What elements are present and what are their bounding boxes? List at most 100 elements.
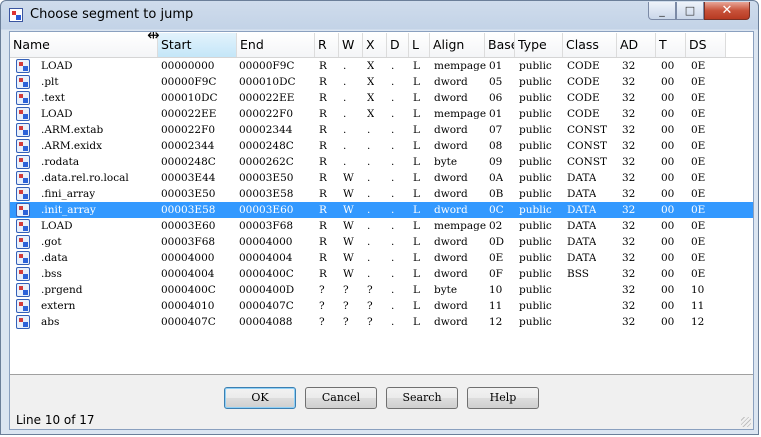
cell-ad: 32 xyxy=(622,236,636,248)
cell-start: 0000407C xyxy=(161,316,216,328)
cell-x: . xyxy=(367,252,371,264)
column-header-x[interactable]: X xyxy=(363,33,387,57)
cell-t: 00 xyxy=(661,172,675,184)
column-header-align[interactable]: Align xyxy=(430,33,485,57)
cancel-button[interactable]: Cancel xyxy=(305,387,377,409)
cell-type: public xyxy=(519,76,552,88)
cell-type: public xyxy=(519,172,552,184)
cell-name: .init_array xyxy=(41,204,96,216)
minimize-icon[interactable]: _ xyxy=(648,2,676,20)
segment-list[interactable]: NameStartEndRWXDLAlignBaseTypeClassADTDS… xyxy=(10,32,753,375)
cell-ad: 32 xyxy=(622,188,636,200)
cell-class: CODE xyxy=(567,60,600,72)
column-header-end[interactable]: End xyxy=(237,33,315,57)
column-header-l[interactable]: L xyxy=(409,33,430,57)
cell-ds: 0E xyxy=(691,204,706,216)
column-header-type[interactable]: Type xyxy=(515,33,563,57)
table-row[interactable]: LOAD 00000000 00000F9C R. X. Lmempage 01 public… xyxy=(10,58,753,74)
cell-align: dword xyxy=(434,92,468,104)
cell-name: .bss xyxy=(41,268,62,280)
table-row[interactable]: .rodata 0000248C 0000262C R... Lbyte 09 public… xyxy=(10,154,753,170)
table-row[interactable]: .init_array 00003E58 00003E60 R W.. Ldword 0C p… xyxy=(10,202,753,218)
column-header-r[interactable]: R xyxy=(315,33,339,57)
table-row[interactable]: .got 00003F68 00004000 R W.. Ldword 0D public DA… xyxy=(10,234,753,250)
table-row[interactable]: .prgend 0000400C 0000400D???. Lbyte 10 public… xyxy=(10,282,753,298)
segment-icon xyxy=(16,267,30,281)
column-header-d[interactable]: D xyxy=(387,33,409,57)
cell-r: R xyxy=(319,108,327,120)
ok-button[interactable]: OK xyxy=(224,387,296,409)
cell-ds: 0E xyxy=(691,92,706,104)
cell-align: dword xyxy=(434,236,468,248)
cell-start: 000010DC xyxy=(161,92,218,104)
table-row[interactable]: abs 0000407C 00004088???. Ldword 12 public 32 0… xyxy=(10,314,753,330)
cell-end: 0000400C xyxy=(239,268,294,280)
cell-ad: 32 xyxy=(622,300,636,312)
cell-l: L xyxy=(413,316,420,328)
cell-ds: 0E xyxy=(691,124,706,136)
cell-d: . xyxy=(391,76,395,88)
segment-icon xyxy=(16,107,30,121)
cell-align: mempage xyxy=(434,108,487,120)
cell-start: 00004004 xyxy=(161,268,215,280)
column-header-t[interactable]: T xyxy=(656,33,686,57)
help-button[interactable]: Help xyxy=(467,387,539,409)
cell-end: 00003F68 xyxy=(239,220,294,232)
cell-base: 12 xyxy=(489,316,503,328)
table-row[interactable]: .ARM.extab 000022F0 00002344 R... Ldword 07 pu… xyxy=(10,122,753,138)
table-row[interactable]: extern 00004010 0000407C???. Ldword 11 public… xyxy=(10,298,753,314)
table-row[interactable]: .bss 00004004 0000400C R W.. Ldword 0F public BS… xyxy=(10,266,753,282)
segment-icon xyxy=(16,155,30,169)
column-header-ad[interactable]: AD xyxy=(617,33,656,57)
search-button[interactable]: Search xyxy=(386,387,458,409)
cell-ad: 32 xyxy=(622,172,636,184)
title-bar[interactable]: Choose segment to jump _ □ ✕ xyxy=(1,1,758,31)
cell-end: 000022F0 xyxy=(239,108,294,120)
cell-start: 00003E50 xyxy=(161,188,216,200)
cell-base: 0B xyxy=(489,188,504,200)
resize-cursor-icon: ⇹ xyxy=(147,26,160,44)
table-row[interactable]: .data 00004000 00004004 R W.. Ldword 0E public D… xyxy=(10,250,753,266)
cell-align: mempage xyxy=(434,220,487,232)
cell-ad: 32 xyxy=(622,252,636,264)
cell-t: 00 xyxy=(661,76,675,88)
cell-align: dword xyxy=(434,188,468,200)
cell-base: 01 xyxy=(489,108,503,120)
maximize-icon[interactable]: □ xyxy=(676,2,704,20)
table-row[interactable]: LOAD 00003E60 00003F68 R W.. Lmempage 02 public… xyxy=(10,218,753,234)
column-header-start[interactable]: Start xyxy=(158,33,237,57)
cell-ad: 32 xyxy=(622,220,636,232)
table-row[interactable]: .plt 00000F9C 000010DC R. X. Ldword 05 public CO… xyxy=(10,74,753,90)
column-header-ds[interactable]: DS xyxy=(686,33,726,57)
cell-start: 00003E44 xyxy=(161,172,216,184)
resize-grip[interactable] xyxy=(741,417,751,427)
table-row[interactable]: .fini_array 00003E50 00003E58 R W.. Ldword 0B p… xyxy=(10,186,753,202)
cell-w: W xyxy=(343,172,354,184)
cell-type: public xyxy=(519,140,552,152)
cell-class: DATA xyxy=(567,252,597,264)
cell-r: ? xyxy=(319,316,325,328)
table-row[interactable]: .ARM.exidx 00002344 0000248C R... Ldword 08 pu… xyxy=(10,138,753,154)
cell-x: X xyxy=(367,92,375,104)
column-header-class[interactable]: Class xyxy=(563,33,617,57)
cell-d: . xyxy=(391,284,395,296)
cell-start: 00003E60 xyxy=(161,220,216,232)
table-row[interactable]: .data.rel.ro.local 00003E44 00003E50 R W.. Ld… xyxy=(10,170,753,186)
cell-t: 00 xyxy=(661,252,675,264)
column-header-w[interactable]: W xyxy=(339,33,363,57)
cell-w: ? xyxy=(343,300,349,312)
cell-l: L xyxy=(413,108,420,120)
table-row[interactable]: .text 000010DC 000022EE R. X. Ldword 06 public C… xyxy=(10,90,753,106)
cell-ds: 0E xyxy=(691,220,706,232)
close-icon[interactable]: ✕ xyxy=(704,2,750,20)
table-row[interactable]: LOAD 000022EE 000022F0 R. X. Lmempage 01 public… xyxy=(10,106,753,122)
cell-start: 000022F0 xyxy=(161,124,216,136)
cell-x: ? xyxy=(367,284,373,296)
cell-r: R xyxy=(319,60,327,72)
column-header-base[interactable]: Base xyxy=(485,33,515,57)
cell-align: dword xyxy=(434,300,468,312)
cell-start: 00000F9C xyxy=(161,76,217,88)
column-header-name[interactable]: Name xyxy=(10,33,158,57)
cell-l: L xyxy=(413,60,420,72)
cell-t: 00 xyxy=(661,124,675,136)
